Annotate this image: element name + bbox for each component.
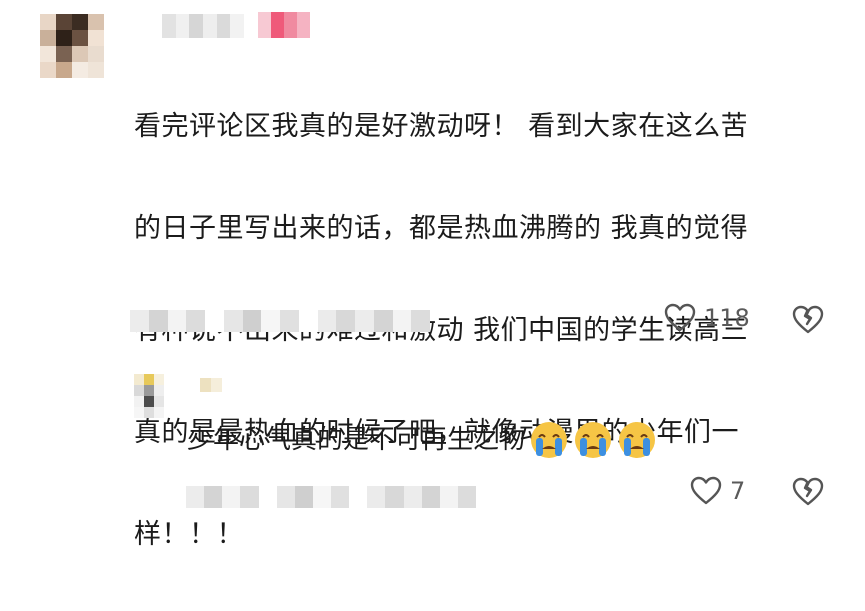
comment-line: 样！！！: [134, 519, 244, 550]
username-blurred[interactable]: [162, 14, 244, 38]
author-tag-blurred: [258, 12, 310, 38]
comment-line: 看完评论区我真的是好激动呀！ 看到大家在这么苦: [134, 111, 749, 142]
like-count: 7: [730, 477, 746, 505]
avatar[interactable]: [40, 14, 104, 78]
reply-meta-blurred: [186, 486, 476, 508]
dislike-heart-icon[interactable]: [792, 477, 824, 507]
comment-meta-blurred: [130, 310, 430, 332]
like-button[interactable]: 118: [664, 303, 750, 333]
reply-text: 少年心气真的是不可再生之物: [187, 420, 657, 460]
reply-avatar[interactable]: [134, 374, 164, 418]
crying-face-icon: [531, 422, 568, 458]
reply-like-button[interactable]: 7: [690, 476, 745, 506]
crying-face-icon: [575, 422, 612, 458]
like-count: 118: [704, 304, 750, 332]
heart-icon[interactable]: [690, 476, 722, 506]
crying-face-icon: [619, 422, 656, 458]
reply-username-blurred[interactable]: [200, 378, 222, 392]
comment-line: 的日子里写出来的话，都是热血沸腾的 我真的觉得: [134, 213, 749, 244]
reply-text-content: 少年心气真的是不可再生之物: [187, 425, 526, 455]
heart-icon[interactable]: [664, 303, 696, 333]
dislike-heart-icon[interactable]: [792, 305, 824, 335]
